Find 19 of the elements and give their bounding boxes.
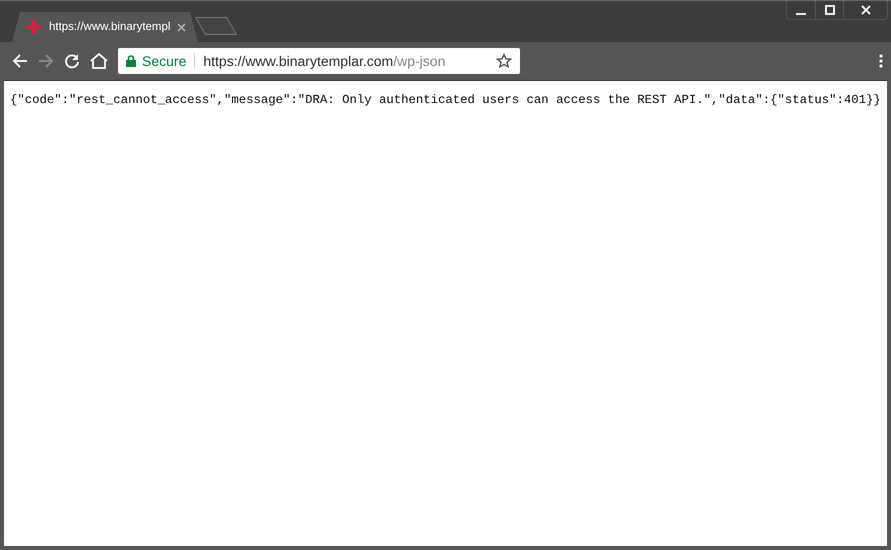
back-arrow-icon[interactable]: [12, 53, 28, 69]
reload-icon[interactable]: [64, 53, 80, 69]
tab-title: https://www.binarytempl: [49, 21, 170, 33]
padlock-icon: [126, 55, 136, 67]
close-button[interactable]: [843, 1, 887, 19]
address-bar[interactable]: Secure https://www.binarytemplar.com/wp-json: [118, 48, 520, 74]
home-icon[interactable]: [90, 53, 108, 69]
url-text: https://www.binarytemplar.com/wp-json: [203, 53, 446, 69]
maximize-icon: [824, 5, 834, 15]
browser-tab[interactable]: https://www.binarytempl: [12, 12, 198, 42]
security-label: Secure: [142, 53, 196, 69]
close-icon: [860, 5, 870, 15]
star-icon[interactable]: [496, 53, 512, 69]
menu-icon[interactable]: [879, 54, 883, 68]
close-icon[interactable]: [177, 22, 186, 32]
plus-icon: [26, 19, 42, 35]
json-response-text: {"code":"rest_cannot_access","message":"DRA: Only authenticated users can access the REST API.","data":{"status":401}}: [10, 92, 881, 108]
new-tab-button[interactable]: [194, 17, 238, 35]
minimize-icon: [796, 13, 806, 15]
